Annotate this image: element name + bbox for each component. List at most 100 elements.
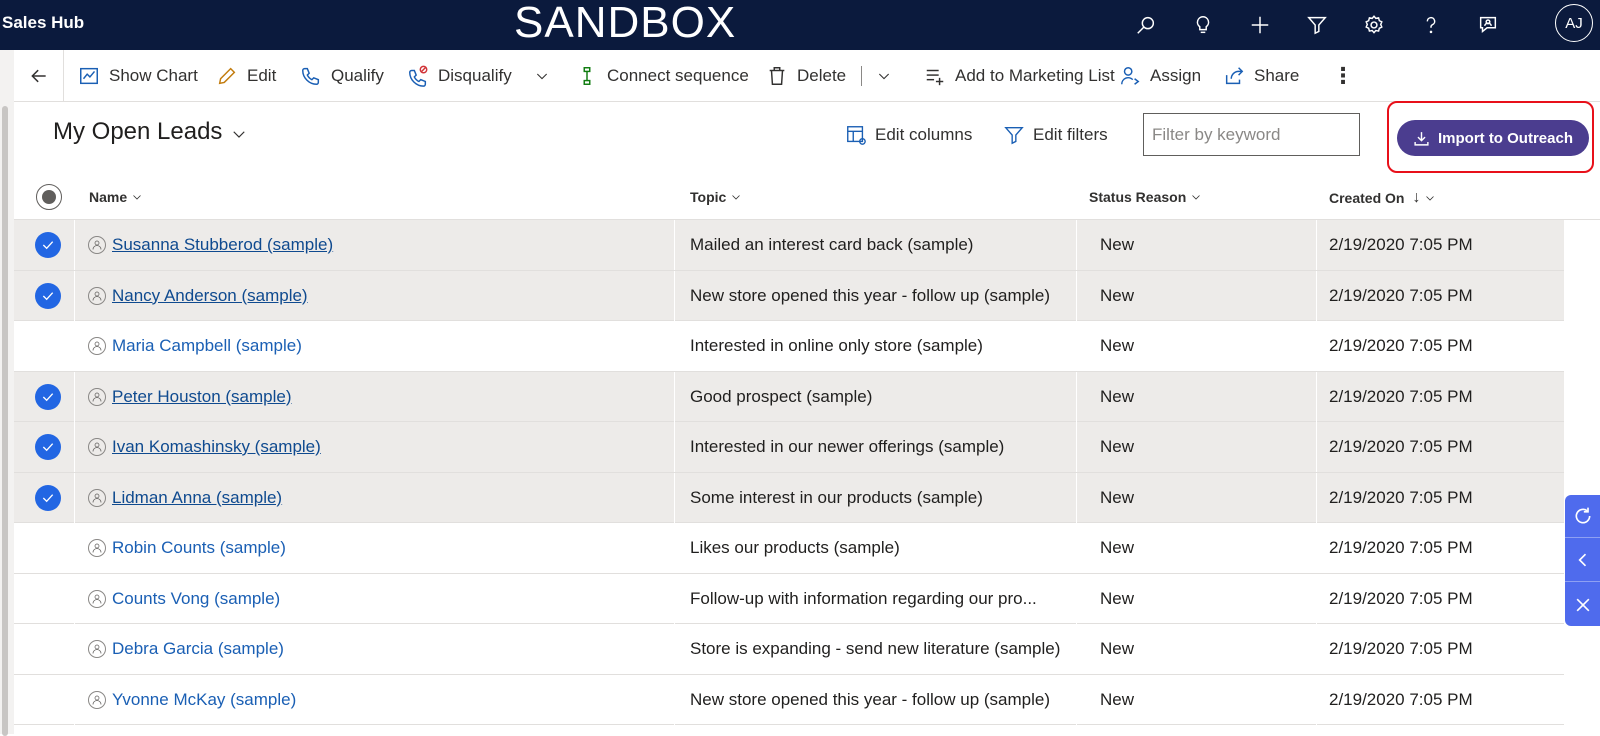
column-header-topic[interactable]: Topic (690, 189, 742, 205)
lead-name-cell[interactable]: Nancy Anderson (sample) (88, 271, 308, 321)
lead-name-link[interactable]: Nancy Anderson (sample) (112, 286, 308, 306)
filter-icon[interactable] (1301, 9, 1333, 41)
row-select-toggle[interactable] (35, 586, 61, 612)
lead-name-link[interactable]: Debra Garcia (sample) (112, 639, 284, 659)
left-scrollbar[interactable] (0, 50, 14, 736)
edit-columns-button[interactable]: Edit columns (845, 120, 972, 150)
refresh-icon[interactable] (1565, 495, 1600, 538)
table-row[interactable]: Robin Counts (sample) Likes our products … (14, 523, 1564, 574)
edit-columns-label: Edit columns (875, 125, 973, 144)
row-selected-checkmark-icon[interactable] (35, 434, 61, 460)
column-header-name[interactable]: Name (89, 189, 143, 205)
import-label: Import to Outreach (1437, 129, 1573, 147)
table-row[interactable]: Lidman Anna (sample) Some interest in our… (14, 472, 1564, 523)
table-row[interactable]: Susanna Stubberod (sample) Mailed an inte… (14, 220, 1564, 271)
table-row[interactable]: Nancy Anderson (sample) New store opened … (14, 270, 1564, 321)
close-icon[interactable] (1565, 583, 1600, 626)
lead-name-link[interactable]: Susanna Stubberod (sample) (112, 235, 333, 255)
lead-name-cell[interactable]: Lidman Anna (sample) (88, 473, 282, 523)
top-nav-bar: Sales Hub SANDBOX AJ (0, 0, 1600, 50)
row-selected-checkmark-icon[interactable] (35, 383, 61, 410)
column-header-created-on[interactable]: Created On ↓ (1329, 189, 1436, 207)
lead-person-icon (88, 539, 106, 557)
gear-icon[interactable] (1358, 9, 1390, 41)
phone-cancel-icon (409, 65, 428, 87)
lead-name-cell[interactable]: Debra Garcia (sample) (88, 624, 284, 674)
table-row[interactable]: Peter Houston (sample) Good prospect (sam… (14, 371, 1564, 422)
back-button[interactable] (14, 50, 64, 101)
share-icon (1225, 66, 1244, 84)
lead-person-icon (88, 640, 106, 658)
table-row[interactable]: Counts Vong (sample) Follow-up with infor… (14, 573, 1564, 624)
edit-filters-button[interactable]: Edit filters (1003, 120, 1108, 150)
help-icon[interactable] (1415, 9, 1447, 41)
lead-name-cell[interactable]: Maria Campbell (sample) (88, 321, 302, 371)
lead-name-cell[interactable]: Ivan Komashinsky (sample) (88, 422, 321, 472)
row-select-toggle[interactable] (35, 535, 61, 561)
keyword-filter-input[interactable] (1143, 113, 1360, 156)
lead-name-cell[interactable]: Peter Houston (sample) (88, 372, 292, 422)
add-to-marketing-list-button[interactable]: Add to Marketing List (924, 50, 1115, 101)
lead-name-link[interactable]: Counts Vong (sample) (112, 589, 280, 609)
topic-cell: New store opened this year - follow up (… (690, 285, 1050, 305)
qualify-button[interactable]: Qualify (300, 50, 384, 101)
lead-name-cell[interactable]: Counts Vong (sample) (88, 574, 280, 624)
grid-header: Name Topic Status Reason Created On ↓ (14, 175, 1600, 220)
created-on-cell: 2/19/2020 7:05 PM (1329, 386, 1473, 406)
lead-name-link[interactable]: Lidman Anna (sample) (112, 488, 282, 508)
lead-name-cell[interactable]: Susanna Stubberod (sample) (88, 220, 333, 270)
search-icon[interactable] (1130, 9, 1162, 41)
plus-icon[interactable] (1244, 9, 1276, 41)
assign-button[interactable]: Assign (1119, 50, 1201, 101)
select-all-toggle[interactable] (36, 184, 62, 210)
lead-name-cell[interactable]: Robin Counts (sample) (88, 523, 286, 573)
lightbulb-icon[interactable] (1187, 9, 1219, 41)
edit-columns-icon (847, 126, 866, 145)
disqualify-button[interactable]: Disqualify (407, 50, 512, 101)
table-row[interactable]: Ivan Komashinsky (sample) Interested in o… (14, 422, 1564, 473)
view-selector[interactable]: My Open Leads (53, 118, 248, 146)
created-on-cell: 2/19/2020 7:05 PM (1329, 538, 1473, 557)
table-row[interactable]: Debra Garcia (sample) Store is expanding … (14, 624, 1564, 675)
chevron-down-icon (878, 73, 890, 79)
lead-name-link[interactable]: Ivan Komashinsky (sample) (112, 437, 321, 457)
phone-check-icon (302, 67, 320, 85)
table-row[interactable]: Yvonne McKay (sample) New store opened th… (14, 674, 1564, 725)
status-reason-cell: New (1100, 336, 1135, 355)
lead-name-link[interactable]: Maria Campbell (sample) (112, 336, 302, 356)
more-commands-icon[interactable]: ⋮ (1332, 50, 1354, 101)
lead-name-link[interactable]: Robin Counts (sample) (112, 538, 286, 558)
lead-name-link[interactable]: Peter Houston (sample) (112, 387, 292, 407)
chat-icon[interactable] (1472, 9, 1504, 41)
import-to-outreach-button[interactable]: Import to Outreach (1397, 120, 1589, 156)
delete-button[interactable]: Delete (766, 50, 846, 101)
person-assign-icon (1121, 66, 1140, 85)
table-row[interactable]: Maria Campbell (sample) Interested in onl… (14, 321, 1564, 372)
show-chart-button[interactable]: Show Chart (78, 50, 198, 101)
row-select-toggle[interactable] (35, 333, 61, 359)
lead-person-icon (88, 387, 106, 406)
lead-name-link[interactable]: Yvonne McKay (sample) (112, 690, 296, 710)
chevron-down-icon (133, 195, 141, 200)
row-selected-checkmark-icon[interactable] (35, 232, 61, 258)
chevron-left-icon[interactable] (1565, 539, 1600, 582)
delete-dropdown[interactable] (876, 50, 901, 101)
row-selected-checkmark-icon[interactable] (35, 484, 61, 511)
disqualify-dropdown[interactable] (534, 50, 559, 101)
lead-person-icon (88, 690, 106, 709)
avatar[interactable]: AJ (1555, 4, 1593, 42)
status-reason-cell: New (1100, 487, 1135, 507)
column-header-status-reason[interactable]: Status Reason (1089, 189, 1202, 205)
row-select-toggle[interactable] (35, 636, 61, 662)
lead-name-cell[interactable]: Yvonne McKay (sample) (88, 675, 296, 725)
scrollbar-thumb[interactable] (2, 106, 8, 736)
share-button[interactable]: Share (1223, 50, 1299, 101)
row-select-toggle[interactable] (35, 687, 61, 713)
topic-cell: Good prospect (sample) (690, 386, 873, 406)
connect-sequence-button[interactable]: Connect sequence (576, 50, 749, 101)
trash-icon (769, 66, 785, 85)
edit-button[interactable]: Edit (216, 50, 276, 101)
app-title[interactable]: Sales Hub (2, 13, 84, 33)
row-selected-checkmark-icon[interactable] (35, 282, 61, 309)
sequence-icon (583, 66, 591, 85)
